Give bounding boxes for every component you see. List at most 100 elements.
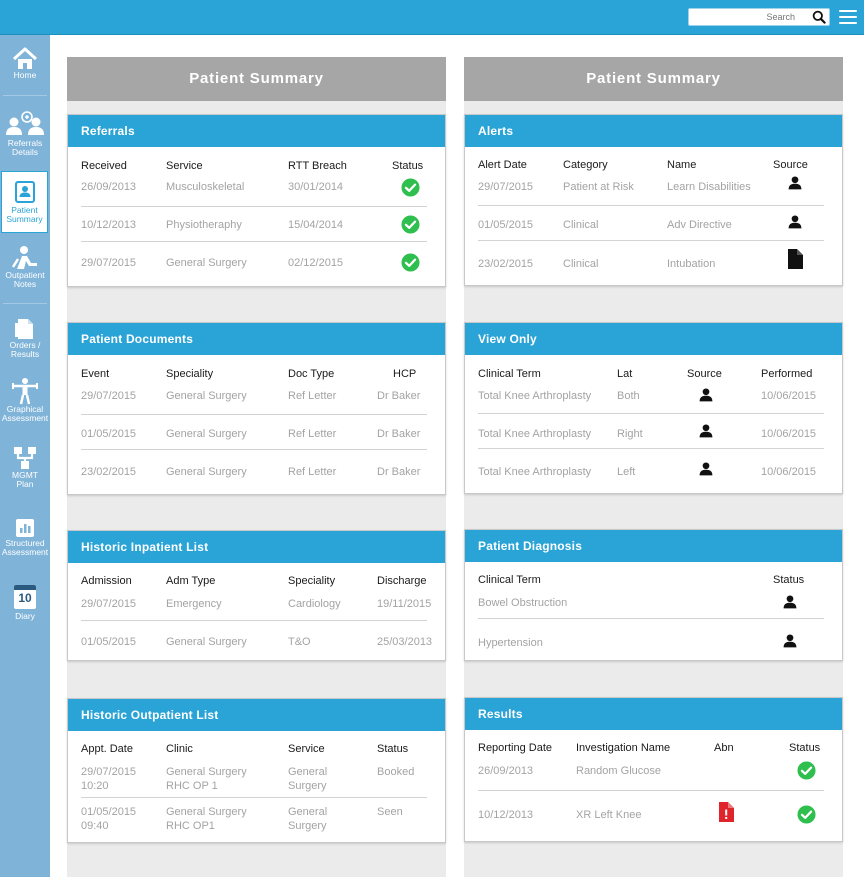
table-cell[interactable]: General: [288, 765, 327, 779]
table-cell[interactable]: 15/04/2014: [288, 218, 343, 232]
table-cell[interactable]: Dr Baker: [377, 465, 420, 479]
table-cell[interactable]: Surgery: [288, 779, 327, 793]
nav-diary[interactable]: 10 Diary: [0, 585, 50, 621]
table-cell[interactable]: 10/06/2015: [761, 465, 816, 479]
search-box[interactable]: [688, 8, 830, 26]
table-cell[interactable]: 26/09/2013: [478, 764, 533, 778]
nav-home[interactable]: Home: [0, 47, 50, 80]
table-cell[interactable]: Seen: [377, 805, 403, 819]
nav-outpatient-notes[interactable]: Outpatient Notes: [0, 245, 50, 289]
table-cell[interactable]: Ref Letter: [288, 389, 336, 403]
home-icon: [12, 47, 38, 69]
table-cell[interactable]: Clinical: [563, 218, 598, 232]
nav-mgmt-plan[interactable]: MGMT Plan: [0, 445, 50, 489]
menu-icon[interactable]: [839, 10, 857, 25]
alerts-card: Alerts Alert Date Category Name Source 2…: [464, 114, 843, 286]
table-cell[interactable]: 01/05/2015: [81, 805, 136, 819]
person-icon: [698, 423, 714, 439]
abnormal-document-icon[interactable]: [718, 802, 734, 822]
referrals-card: Referrals Received Service RTT Breach St…: [67, 114, 446, 287]
table-cell[interactable]: 10/12/2013: [478, 808, 533, 822]
table-cell[interactable]: General Surgery: [166, 805, 247, 819]
table-cell[interactable]: Ref Letter: [288, 427, 336, 441]
col-header: Source: [687, 368, 722, 380]
table-cell[interactable]: Ref Letter: [288, 465, 336, 479]
col-header: Lat: [617, 368, 633, 380]
table-cell[interactable]: 10/06/2015: [761, 389, 816, 403]
table-cell[interactable]: General Surgery: [166, 465, 247, 479]
table-cell[interactable]: 01/05/2015: [81, 635, 136, 649]
table-cell[interactable]: XR Left Knee: [576, 808, 641, 822]
table-cell[interactable]: 29/07/2015: [81, 389, 136, 403]
table-cell[interactable]: 30/01/2014: [288, 180, 343, 194]
nav-structured-assessment[interactable]: Structured Assessment: [0, 517, 50, 557]
table-cell[interactable]: RHC OP 1: [166, 779, 218, 793]
col-header: Clinical Term: [478, 574, 541, 586]
table-cell[interactable]: General Surgery: [166, 389, 247, 403]
table-cell[interactable]: 10:20: [81, 779, 109, 793]
table-cell[interactable]: General Surgery: [166, 765, 247, 779]
table-cell[interactable]: General: [288, 805, 327, 819]
col-header: Status: [773, 574, 805, 586]
table-cell[interactable]: Booked: [377, 765, 414, 779]
table-cell[interactable]: 01/05/2015: [478, 218, 533, 232]
orders-results-icon: [15, 319, 33, 339]
table-cell[interactable]: Left: [617, 465, 635, 479]
referrals-icon: [6, 111, 44, 135]
search-input[interactable]: [693, 10, 795, 24]
table-cell[interactable]: 01/05/2015: [81, 427, 136, 441]
search-icon[interactable]: [812, 10, 826, 24]
structured-assessment-icon: [16, 519, 34, 537]
table-cell[interactable]: 29/07/2015: [81, 597, 136, 611]
table-cell[interactable]: 26/09/2013: [81, 180, 136, 194]
check-circle-icon: [797, 761, 816, 780]
nav-graphical-assessment[interactable]: Graphical Assessment: [0, 377, 50, 423]
table-cell[interactable]: General Surgery: [166, 427, 247, 441]
table-cell[interactable]: 10/06/2015: [761, 427, 816, 441]
table-cell[interactable]: Hypertension: [478, 636, 543, 650]
table-cell[interactable]: Total Knee Arthroplasty: [478, 389, 591, 403]
table-cell[interactable]: Dr Baker: [377, 389, 420, 403]
table-cell[interactable]: Right: [617, 427, 643, 441]
table-cell[interactable]: Intubation: [667, 257, 715, 271]
nav-referrals[interactable]: Referrals Details: [0, 111, 50, 157]
table-cell[interactable]: Dr Baker: [377, 427, 420, 441]
table-cell[interactable]: 23/02/2015: [478, 257, 533, 271]
table-cell[interactable]: 02/12/2015: [288, 256, 343, 270]
table-cell[interactable]: Random Glucose: [576, 764, 661, 778]
table-cell[interactable]: Bowel Obstruction: [478, 596, 567, 610]
nav-orders-results[interactable]: Orders / Results: [0, 317, 50, 359]
table-cell[interactable]: Adv Directive: [667, 218, 732, 232]
table-cell[interactable]: Learn Disabilities: [667, 180, 751, 194]
table-cell[interactable]: Patient at Risk: [563, 180, 634, 194]
results-card: Results Reporting Date Investigation Nam…: [464, 697, 843, 842]
col-header: Status: [392, 160, 424, 172]
table-cell[interactable]: Surgery: [288, 819, 327, 833]
table-cell[interactable]: General Surgery: [166, 635, 247, 649]
table-cell[interactable]: RHC OP1: [166, 819, 215, 833]
historic-outpatient-card: Historic Outpatient List Appt. Date Clin…: [67, 698, 446, 843]
table-cell[interactable]: 23/02/2015: [81, 465, 136, 479]
nav-patient-summary[interactable]: Patient Summary: [1, 171, 48, 233]
table-cell[interactable]: T&O: [288, 635, 311, 649]
table-cell[interactable]: Both: [617, 389, 640, 403]
table-cell[interactable]: Physiotheraphy: [166, 218, 242, 232]
table-cell[interactable]: General Surgery: [166, 256, 247, 270]
table-cell[interactable]: 29/07/2015: [81, 256, 136, 270]
col-header: Name: [667, 159, 697, 171]
table-cell[interactable]: 19/11/2015: [377, 597, 431, 611]
table-cell[interactable]: 29/07/2015: [478, 180, 533, 194]
table-cell[interactable]: Total Knee Arthroplasty: [478, 465, 591, 479]
col-header: Alert Date: [478, 159, 527, 171]
table-cell[interactable]: 09:40: [81, 819, 109, 833]
table-cell[interactable]: 25/03/2013: [377, 635, 432, 649]
table-cell[interactable]: Cardiology: [288, 597, 341, 611]
view-only-card: View Only Clinical Term Lat Source Perfo…: [464, 322, 843, 494]
table-cell[interactable]: Musculoskeletal: [166, 180, 244, 194]
col-header: Abn: [714, 742, 734, 754]
table-cell[interactable]: Total Knee Arthroplasty: [478, 427, 591, 441]
table-cell[interactable]: 29/07/2015: [81, 765, 136, 779]
table-cell[interactable]: 10/12/2013: [81, 218, 136, 232]
table-cell[interactable]: Emergency: [166, 597, 222, 611]
table-cell[interactable]: Clinical: [563, 257, 598, 271]
